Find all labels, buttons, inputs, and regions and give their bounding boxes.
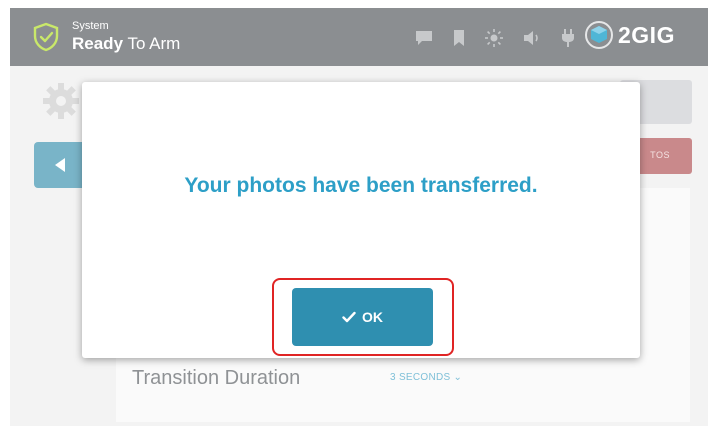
system-label: System — [72, 20, 109, 32]
transition-duration-select[interactable]: 3 SECONDS ⌄ — [390, 372, 462, 383]
gear-icon — [43, 83, 79, 119]
system-status[interactable]: Ready To Arm — [72, 34, 180, 54]
brand-logo: 2GIG — [584, 20, 675, 50]
power-plug-icon[interactable] — [560, 28, 576, 48]
logo-text: 2GIG — [618, 21, 675, 48]
bookmark-icon[interactable] — [452, 29, 466, 47]
back-arrow-icon — [55, 158, 65, 172]
brightness-icon[interactable] — [484, 28, 504, 48]
photos-button-label: TOS — [650, 150, 670, 160]
status-header: System Ready To Arm 2GIG — [10, 8, 708, 66]
dialog-message: Your photos have been transferred. — [184, 174, 538, 197]
checkmark-icon — [342, 311, 356, 323]
back-button[interactable] — [34, 142, 86, 188]
ok-button-label: OK — [362, 309, 383, 325]
volume-icon[interactable] — [522, 29, 542, 47]
shield-check-icon — [33, 22, 59, 52]
cube-logo-icon — [585, 21, 613, 49]
ok-button[interactable]: OK — [292, 288, 433, 346]
chat-icon[interactable] — [414, 29, 434, 47]
header-icons — [414, 28, 576, 48]
transition-duration-value: 3 SECONDS — [390, 372, 451, 383]
transition-duration-label: Transition Duration — [132, 367, 301, 389]
chevron-down-icon: ⌄ — [453, 372, 463, 383]
